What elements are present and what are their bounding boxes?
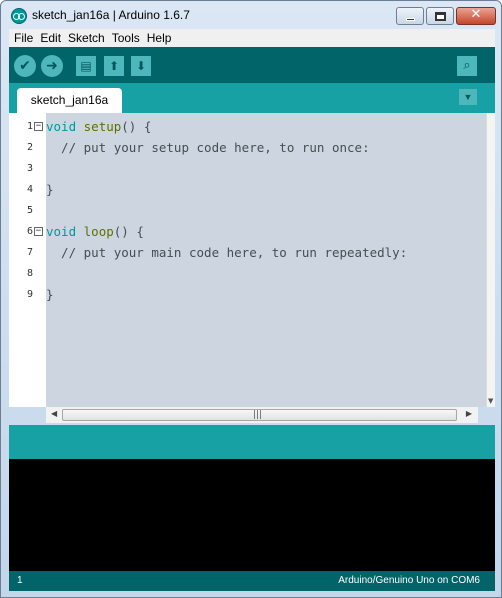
maximize-icon: [435, 12, 446, 21]
code-text: () {: [121, 119, 152, 134]
tab-menu-button[interactable]: ▼: [459, 89, 477, 105]
tab-sketch[interactable]: sketch_jan16a: [17, 88, 122, 113]
menu-tools[interactable]: Tools: [112, 31, 140, 45]
line-number: 6: [26, 226, 33, 237]
chevron-down-icon: ▼: [463, 92, 473, 102]
console-output[interactable]: [9, 459, 495, 571]
scroll-left-icon[interactable]: ◀: [51, 409, 57, 418]
save-button[interactable]: ⬇: [131, 56, 151, 76]
code-line: }: [46, 182, 54, 197]
menu-help[interactable]: Help: [147, 31, 172, 45]
window-title: sketch_jan16a | Arduino 1.6.7: [32, 8, 190, 22]
fold-toggle-icon[interactable]: −: [34, 122, 43, 131]
upload-button[interactable]: ➜: [41, 55, 63, 77]
arduino-logo-icon: [11, 8, 27, 24]
code-text: () {: [113, 224, 144, 239]
code-line: }: [46, 287, 54, 302]
function-name: setup: [83, 119, 122, 134]
line-number: 1: [26, 121, 33, 132]
line-number: 5: [26, 205, 33, 216]
code-line: void loop() {: [46, 221, 144, 242]
close-icon: ✕: [470, 7, 482, 22]
line-number: 3: [26, 163, 33, 174]
menu-bar: File Edit Sketch Tools Help: [9, 29, 495, 47]
status-line-number: 1: [17, 575, 23, 586]
status-board-port: Arduino/Genuino Uno on COM6: [338, 575, 480, 586]
magnifier-icon: ⌕: [463, 58, 471, 73]
upload-arrow-icon: ⬆: [108, 59, 120, 73]
keyword: void: [46, 224, 77, 239]
line-number: 2: [26, 142, 33, 153]
new-button[interactable]: ▤: [76, 56, 96, 76]
line-number: 9: [26, 289, 33, 300]
line-number-gutter: 1 − 2 3 4 5 6 − 7 8 9: [9, 113, 46, 407]
menu-edit[interactable]: Edit: [40, 31, 61, 45]
serial-monitor-button[interactable]: ⌕: [457, 56, 477, 76]
minimize-icon: [406, 18, 415, 21]
grip-icon: |||: [253, 410, 263, 420]
arrow-right-icon: ➜: [46, 58, 58, 74]
close-button[interactable]: ✕: [456, 7, 496, 25]
toolbar: ✔ ➜ ▤ ⬆ ⬇ ⌕: [9, 47, 495, 83]
scrollbar-thumb[interactable]: |||: [62, 409, 457, 421]
minimize-button[interactable]: [396, 7, 424, 25]
menu-file[interactable]: File: [14, 31, 33, 45]
code-line: void setup() {: [46, 116, 151, 137]
line-number: 4: [26, 184, 33, 195]
maximize-button[interactable]: [426, 7, 454, 25]
tab-strip: sketch_jan16a ▼: [9, 83, 495, 113]
keyword: void: [46, 119, 77, 134]
app-window: sketch_jan16a | Arduino 1.6.7 ✕ File Edi…: [0, 0, 502, 598]
code-line: // put your main code here, to run repea…: [46, 245, 408, 260]
function-name: loop: [83, 224, 114, 239]
check-icon: ✔: [19, 58, 31, 74]
code-editor[interactable]: 1 − 2 3 4 5 6 − 7 8 9 void setup() { // …: [9, 113, 495, 407]
code-line: // put your setup code here, to run once…: [46, 140, 370, 155]
horizontal-scrollbar[interactable]: ◀ ||| ▶: [46, 407, 478, 423]
fold-toggle-icon[interactable]: −: [34, 227, 43, 236]
title-bar: sketch_jan16a | Arduino 1.6.7 ✕: [1, 1, 501, 29]
message-area: [9, 425, 495, 459]
file-icon: ▤: [80, 59, 92, 73]
download-arrow-icon: ⬇: [135, 59, 147, 73]
scroll-right-icon[interactable]: ▶: [466, 409, 472, 418]
line-number: 8: [26, 268, 33, 279]
code-text-area[interactable]: void setup() { // put your setup code he…: [46, 113, 486, 407]
menu-sketch[interactable]: Sketch: [68, 31, 105, 45]
open-button[interactable]: ⬆: [104, 56, 124, 76]
scroll-down-icon[interactable]: ▼: [488, 397, 493, 405]
line-number: 7: [26, 247, 33, 258]
vertical-scrollbar[interactable]: ▼: [486, 113, 495, 407]
status-bar: 1 Arduino/Genuino Uno on COM6: [9, 571, 495, 591]
verify-button[interactable]: ✔: [14, 55, 36, 77]
